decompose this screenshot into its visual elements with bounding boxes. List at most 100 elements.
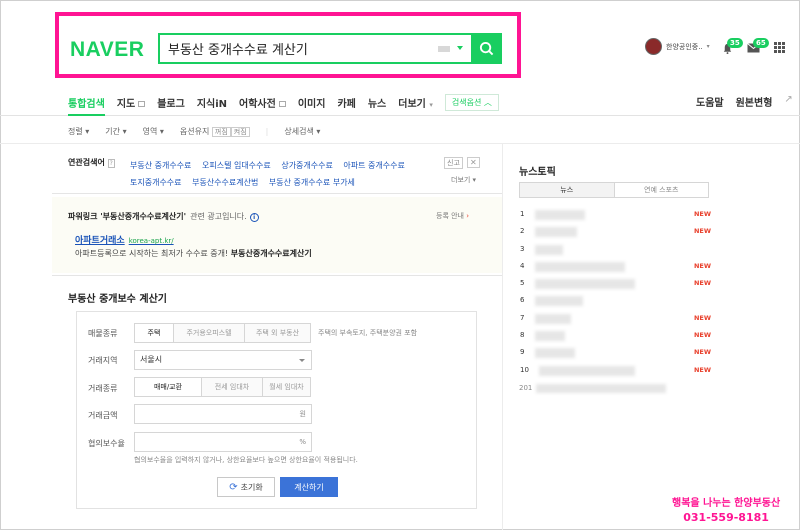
fee-note: 협의보수율을 입력하지 않거나, 상한요율보다 높으면 상한요율이 적용됩니다.: [134, 456, 358, 464]
share-icon[interactable]: ↗: [784, 94, 792, 109]
tab-image[interactable]: 이미지: [298, 95, 326, 110]
filter-divider: |: [265, 127, 269, 136]
new-badge: NEW: [693, 279, 711, 288]
related-link[interactable]: 오피스텔 임대수수료: [202, 161, 271, 170]
calculate-button[interactable]: 계산하기: [280, 477, 338, 497]
chevron-down-icon: ▾: [429, 101, 433, 109]
list-item[interactable]: 1 NEW: [519, 207, 711, 224]
autocomplete-arrow-icon[interactable]: [457, 46, 463, 50]
related-more-button[interactable]: 더보기 ▾: [451, 175, 476, 185]
help-icon[interactable]: ?: [107, 159, 115, 168]
filter-sort[interactable]: 정렬 ▾: [68, 126, 89, 137]
region-select[interactable]: 서울시: [134, 350, 312, 370]
chevron-right-icon: ›: [466, 212, 470, 220]
avatar[interactable]: [645, 38, 662, 55]
help-link[interactable]: 도움말: [696, 94, 724, 109]
username[interactable]: 한양공인중..: [666, 42, 703, 52]
naver-logo[interactable]: NAVER: [70, 38, 144, 62]
list-item[interactable]: 6: [519, 293, 711, 310]
related-link[interactable]: 아파트 중개수수료: [343, 161, 404, 170]
tabs-right: 도움말 원본변형 ↗: [696, 94, 793, 109]
original-transform-link[interactable]: 원본변형: [736, 94, 773, 109]
watermark-phone: 031-559-8181: [683, 511, 769, 524]
search-button[interactable]: [471, 33, 502, 64]
fee-rate-field[interactable]: %: [134, 432, 312, 452]
topic-rank: 6: [520, 296, 525, 305]
amount-field[interactable]: 원: [134, 404, 312, 424]
ad-link[interactable]: 아파트거래소 korea-apt.kr/: [75, 233, 174, 246]
deal-type-selector: 매매/교환 전세 임대차 월세 임대차: [134, 377, 311, 397]
filter-area[interactable]: 영역 ▾: [143, 126, 164, 137]
blurred-headline: [535, 227, 577, 238]
filter-keep: 옵션유지 꺼짐 켜짐: [180, 126, 250, 137]
topic-tab-entertainment[interactable]: 연예 스포츠: [613, 182, 709, 198]
reset-label: 초기화: [240, 482, 263, 492]
apps-grid-icon[interactable]: [774, 42, 785, 53]
reset-button[interactable]: ⟳ 초기화: [217, 477, 275, 497]
tab-kin[interactable]: 지식iN: [197, 95, 227, 110]
deal-option-jeonse[interactable]: 전세 임대차: [201, 377, 263, 397]
list-item[interactable]: 5 NEW: [519, 276, 711, 293]
close-icon[interactable]: ✕: [467, 157, 480, 168]
news-topic-title: 뉴스토픽: [519, 167, 556, 178]
keep-off-toggle[interactable]: 켜짐: [230, 127, 250, 137]
tab-blog[interactable]: 블로그: [157, 95, 185, 110]
ad-url: korea-apt.kr/: [128, 237, 174, 245]
register-guide-label: 등록 안내: [436, 212, 464, 220]
blurred-headline: [535, 210, 585, 220]
deal-option-sale[interactable]: 매매/교환: [134, 377, 202, 397]
search-options-button[interactable]: 검색옵션 ︿: [444, 94, 499, 111]
tab-dictionary[interactable]: 어학사전: [239, 95, 286, 110]
ad-name: 아파트거래소: [75, 236, 125, 246]
user-menu[interactable]: 한양공인중.. ▾: [645, 38, 710, 55]
list-item[interactable]: 10 NEW: [519, 363, 711, 380]
related-link[interactable]: 부동산 중개수수료 부가세: [269, 178, 355, 187]
fee-label: 협의보수율: [88, 439, 125, 448]
property-option-officetel[interactable]: 주거용오피스텔: [173, 323, 245, 343]
new-badge: NEW: [693, 210, 711, 218]
related-link[interactable]: 토지중개수수료: [130, 178, 182, 187]
topic-rank: 4: [520, 261, 525, 270]
related-link[interactable]: 부동산수수료계산법: [192, 178, 258, 187]
property-option-house[interactable]: 주택: [134, 323, 174, 343]
register-guide-link[interactable]: 등록 안내 ›: [436, 211, 469, 221]
property-label: 매물종류: [88, 329, 118, 338]
tab-map[interactable]: 지도: [117, 95, 146, 110]
external-link-icon: [138, 101, 146, 107]
list-item[interactable]: 2 NEW: [519, 224, 711, 241]
list-item[interactable]: 7 NEW: [519, 311, 711, 328]
tab-cafe[interactable]: 카페: [337, 95, 355, 110]
tab-more[interactable]: 더보기 ▾: [398, 95, 433, 110]
search-input[interactable]: [160, 35, 425, 62]
property-option-other[interactable]: 주택 외 부동산: [244, 323, 311, 343]
tab-all[interactable]: 통합검색: [68, 95, 105, 110]
tab-divider: [0, 115, 800, 116]
filter-period-label: 기간: [105, 127, 121, 136]
deal-option-monthly[interactable]: 월세 임대차: [262, 377, 311, 397]
report-button[interactable]: 신고: [444, 157, 463, 169]
search-tabs: 통합검색 지도 블로그 지식iN 어학사전 이미지 카페 뉴스 더보기 ▾ 검색…: [68, 94, 499, 111]
news-topic-tabs: 뉴스 연예 스포츠: [519, 182, 709, 198]
keyboard-icon[interactable]: [438, 46, 450, 52]
related-link[interactable]: 부동산 중개수수료: [130, 161, 191, 170]
search-icon: [479, 41, 494, 56]
list-item[interactable]: 4 NEW: [519, 259, 711, 276]
filter-detail[interactable]: 상세검색 ▾: [284, 126, 320, 137]
list-item[interactable]: 3: [519, 242, 711, 259]
powerlink-subtitle: 관련 광고입니다.: [190, 212, 247, 221]
related-link[interactable]: 상가중개수수료: [281, 161, 333, 170]
list-item[interactable]: 8 NEW: [519, 328, 711, 345]
keep-on-toggle[interactable]: 꺼짐: [211, 127, 231, 137]
topic-rank: 8: [520, 331, 525, 340]
topic-date: 201: [519, 384, 533, 392]
user-menu-caret-icon[interactable]: ▾: [707, 43, 710, 50]
filter-period[interactable]: 기간 ▾: [105, 126, 126, 137]
tab-news[interactable]: 뉴스: [368, 95, 386, 110]
info-icon[interactable]: i: [249, 213, 259, 222]
list-item[interactable]: 9 NEW: [519, 345, 711, 362]
topic-rank: 1: [520, 210, 525, 218]
refresh-icon: ⟳: [229, 481, 238, 493]
topic-tab-news[interactable]: 뉴스: [519, 182, 615, 198]
related-links: 부동산 중개수수료 오피스텔 임대수수료 상가중개수수료 아파트 중개수수료 토…: [130, 157, 430, 191]
column-divider: [502, 144, 503, 530]
